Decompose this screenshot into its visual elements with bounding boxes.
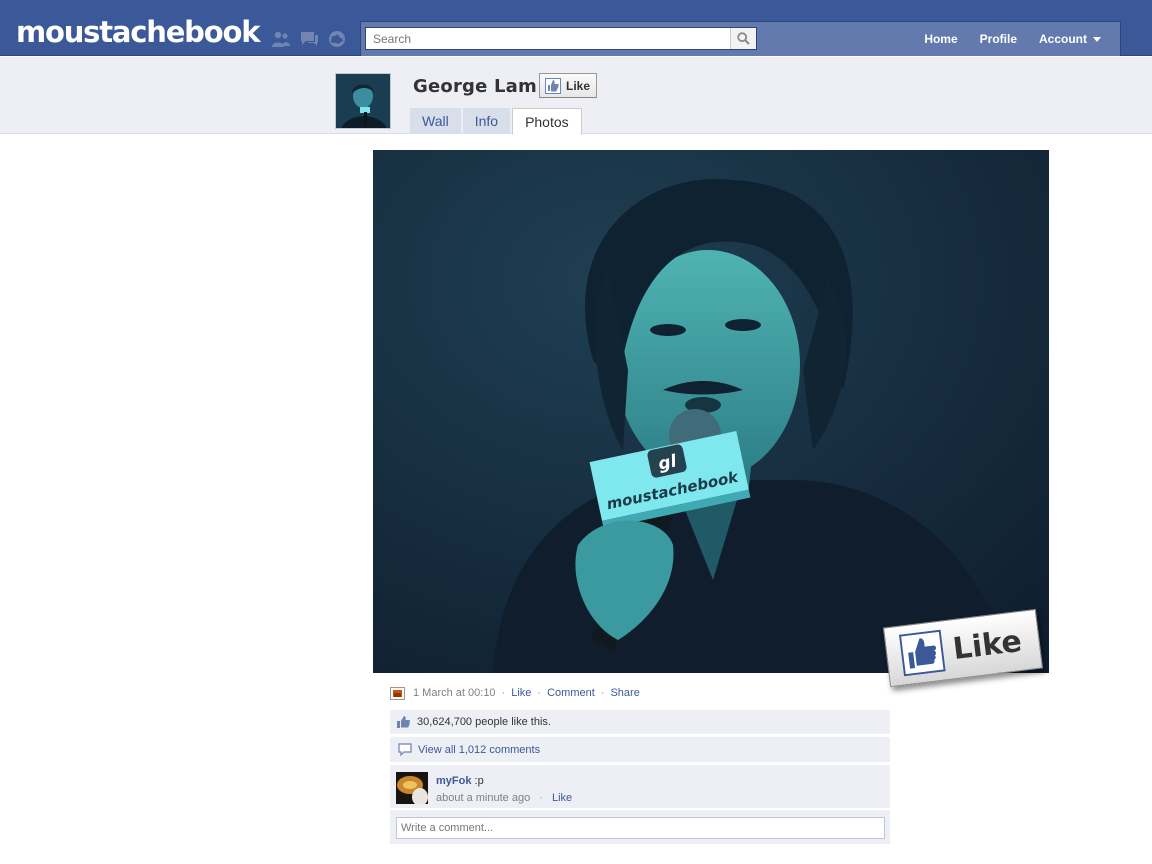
post-comment-link[interactable]: Comment <box>547 687 595 699</box>
main-nav: Home Profile Account <box>913 27 1112 51</box>
overlay-like-label: Like <box>950 623 1024 667</box>
profile-name[interactable]: George Lam <box>413 76 537 97</box>
nav-account-label: Account <box>1039 32 1087 46</box>
chevron-down-icon <box>1093 36 1101 42</box>
photo-icon <box>390 686 405 700</box>
comment-body: myFok :p about a minute ago · Like <box>436 773 572 807</box>
search-button[interactable] <box>730 28 756 49</box>
search-box <box>365 27 757 50</box>
post-like-link[interactable]: Like <box>511 687 531 699</box>
comment-time: about a minute ago <box>436 792 531 804</box>
profile-tabs: Wall Info Photos <box>410 108 582 135</box>
notifications-icon[interactable] <box>326 28 348 50</box>
write-comment-row <box>390 810 890 844</box>
profile-header: George Lam Like Wall Info Photos <box>0 57 1152 135</box>
separator-dot: · <box>501 687 506 699</box>
main-photo[interactable]: gl moustachebook <box>373 150 1049 673</box>
likes-summary: 30,624,700 people like this. <box>390 710 890 734</box>
thumbs-up-icon <box>545 77 561 94</box>
post-meta: 1 March at 00:10 · Like · Comment · Shar… <box>390 684 640 702</box>
separator-dot: · <box>537 687 542 699</box>
jewel-icons <box>270 28 348 50</box>
profile-picture[interactable] <box>335 73 391 129</box>
like-page-label: Like <box>566 78 591 93</box>
nav-home[interactable]: Home <box>913 27 968 51</box>
nav-profile[interactable]: Profile <box>969 27 1028 51</box>
comment-text: :p <box>474 775 484 787</box>
tab-wall[interactable]: Wall <box>410 108 461 134</box>
post-timestamp: 1 March at 00:10 <box>413 687 496 699</box>
search-input[interactable] <box>366 28 730 49</box>
comment-item: myFok :p about a minute ago · Like <box>390 765 890 808</box>
view-all-comments-link[interactable]: View all 1,012 comments <box>418 744 540 756</box>
likes-suffix: like this. <box>511 716 551 728</box>
thumbs-up-icon <box>397 716 411 728</box>
comment-icon <box>398 743 412 756</box>
commenter-avatar[interactable] <box>396 772 428 804</box>
comment-like-link[interactable]: Like <box>552 792 572 804</box>
likes-count-link[interactable]: 30,624,700 people <box>417 716 508 728</box>
separator-dot: · <box>539 792 543 804</box>
post-share-link[interactable]: Share <box>610 687 639 699</box>
messages-icon[interactable] <box>298 28 320 50</box>
view-comments-row: View all 1,012 comments <box>390 737 890 762</box>
top-bar: moustachebook Home Profile Account <box>0 0 1152 56</box>
friend-requests-icon[interactable] <box>270 28 292 50</box>
search-icon <box>737 32 750 45</box>
separator-dot: · <box>600 687 605 699</box>
write-comment-input[interactable] <box>396 817 885 839</box>
like-page-button[interactable]: Like <box>539 73 598 98</box>
thumbs-up-icon <box>898 629 946 677</box>
tab-info[interactable]: Info <box>462 108 511 134</box>
comment-author[interactable]: myFok <box>436 775 471 787</box>
tab-photos[interactable]: Photos <box>512 108 582 135</box>
logo[interactable]: moustachebook <box>16 14 260 50</box>
nav-account[interactable]: Account <box>1028 27 1112 51</box>
